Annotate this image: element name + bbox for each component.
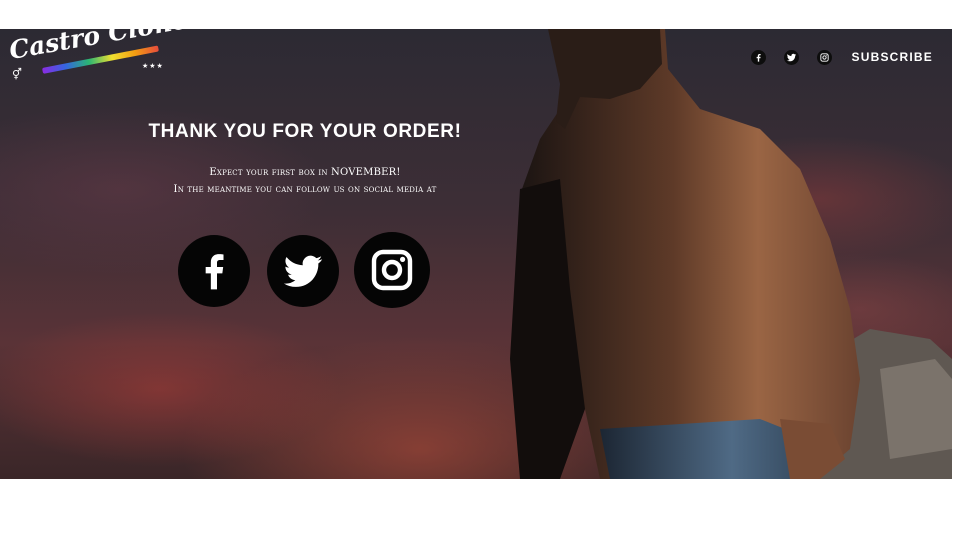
facebook-icon bbox=[205, 254, 224, 290]
facebook-link[interactable] bbox=[178, 235, 250, 307]
logo-stars: ★★★ bbox=[142, 63, 164, 70]
social-links bbox=[178, 232, 438, 308]
follow-message: In the meantime you can follow us on soc… bbox=[173, 184, 437, 195]
twitter-icon[interactable] bbox=[783, 49, 799, 65]
gender-symbols-icon: ⚥ bbox=[12, 69, 22, 81]
instagram-icon[interactable] bbox=[816, 49, 832, 65]
twitter-icon bbox=[283, 255, 323, 287]
hero-banner bbox=[0, 29, 952, 479]
twitter-link[interactable] bbox=[267, 235, 339, 307]
hero-model-image bbox=[510, 29, 952, 479]
instagram-icon bbox=[371, 249, 413, 291]
instagram-link[interactable] bbox=[354, 232, 430, 308]
page-title: THANK YOU FOR YOUR ORDER! bbox=[148, 121, 462, 142]
subscribe-link[interactable]: SUBSCRIBE bbox=[852, 50, 933, 64]
top-nav: SUBSCRIBE bbox=[750, 49, 933, 65]
facebook-icon[interactable] bbox=[750, 49, 766, 65]
brand-logo[interactable]: Castro Clone ★★★ ⚥ bbox=[6, 5, 190, 86]
order-confirmation: THANK YOU FOR YOUR ORDER! Expect your fi… bbox=[100, 121, 510, 195]
delivery-message: Expect your first box in NOVEMBER! bbox=[209, 167, 401, 178]
